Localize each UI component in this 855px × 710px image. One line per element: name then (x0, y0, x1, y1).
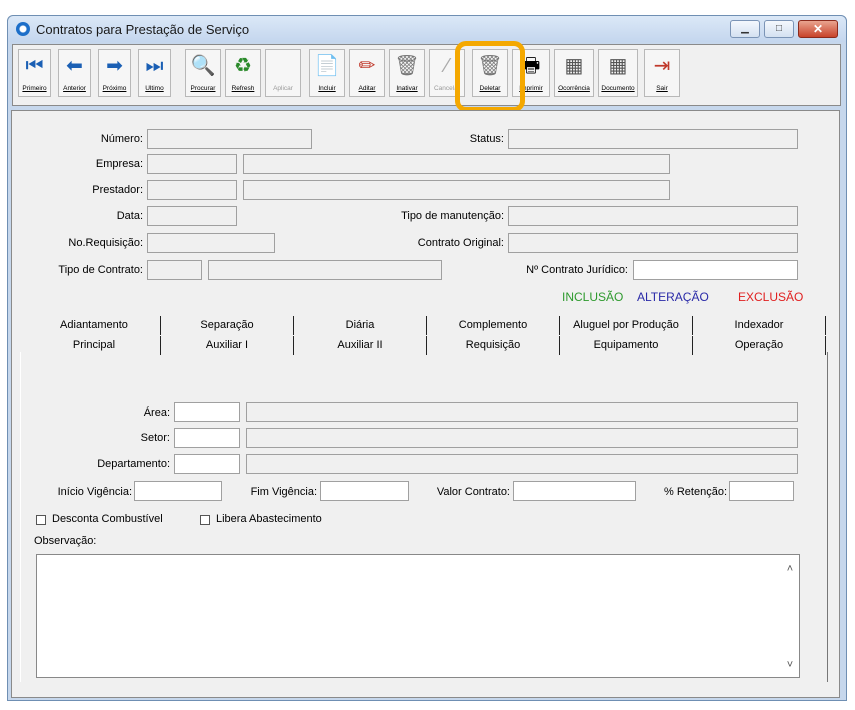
last-icon: ⏭ (145, 55, 164, 77)
status-bar (0, 702, 855, 710)
status-field[interactable] (508, 129, 798, 149)
scroll-down-icon[interactable]: ˅ (784, 659, 796, 671)
exit-button[interactable]: ⇥ Sair (644, 49, 680, 97)
first-icon: ⏮ (25, 55, 44, 77)
observacao-label: Observação: (34, 535, 97, 547)
libera-abastecimento-label: Libera Abastecimento (216, 513, 322, 525)
retencao-field[interactable] (729, 481, 794, 501)
inactivate-icon: 🗑 (394, 55, 420, 77)
no-requisicao-label: No.Requisição: (68, 237, 143, 249)
first-button[interactable]: ⏮ Primeiro (18, 49, 51, 97)
next-icon: ➡ (106, 55, 123, 77)
fim-vigencia-label: Fim Vigência: (250, 486, 317, 498)
desconta-combustivel-checkbox[interactable] (36, 515, 46, 525)
last-button[interactable]: ⏭ Último (138, 49, 171, 97)
title-bar: Contratos para Prestação de Serviço ▁ □ … (8, 16, 846, 42)
tab-indexador[interactable]: Indexador (693, 316, 826, 335)
setor-code-field[interactable] (174, 428, 240, 448)
tab-aluguel-producao[interactable]: Aluguel por Produção (560, 316, 693, 335)
inicio-vigencia-label: Início Vigência: (57, 486, 132, 498)
empresa-name-field[interactable] (243, 154, 670, 174)
exclusao-legend: EXCLUSÃO (738, 290, 804, 304)
data-field[interactable] (147, 206, 237, 226)
search-button[interactable]: 🔍 Procurar (185, 49, 221, 97)
area-label: Área: (143, 407, 170, 419)
empresa-label: Empresa: (95, 158, 143, 170)
aditar-button[interactable]: ✏ Aditar (349, 49, 385, 97)
area-code-field[interactable] (174, 402, 240, 422)
tab-diaria[interactable]: Diária (294, 316, 427, 335)
departamento-name-field[interactable] (246, 454, 798, 474)
toolbar: ⏮ Primeiro ⬅ Anterior ➡ Próximo ⏭ Último 🔍 Pr… (12, 44, 841, 106)
tipo-contrato-code-field[interactable] (147, 260, 202, 280)
close-icon: ✕ (812, 22, 824, 36)
departamento-code-field[interactable] (174, 454, 240, 474)
area-name-field[interactable] (246, 402, 798, 422)
contrato-juridico-label: Nº Contrato Jurídico: (526, 264, 628, 276)
setor-label: Setor: (140, 432, 170, 444)
numero-field[interactable] (147, 129, 312, 149)
exit-icon: ⇥ (653, 55, 671, 77)
maximize-button[interactable]: □ (764, 20, 794, 38)
ocorrencia-button[interactable]: ▦ Ocorrência (554, 49, 594, 97)
observacao-textarea[interactable]: ˄ ˅ (36, 554, 800, 678)
scroll-up-icon[interactable]: ˄ (784, 563, 796, 575)
refresh-icon: ♻ (234, 55, 252, 77)
status-label: Status: (469, 133, 504, 145)
include-icon: 📄 (314, 55, 340, 77)
valor-contrato-label: Valor Contrato: (436, 486, 510, 498)
valor-contrato-field[interactable] (513, 481, 636, 501)
refresh-button[interactable]: ♻ Refresh (225, 49, 261, 97)
desconta-combustivel-label: Desconta Combustível (52, 513, 163, 525)
contrato-juridico-field[interactable] (633, 260, 798, 280)
inicio-vigencia-field[interactable] (134, 481, 222, 501)
previous-icon: ⬅ (66, 55, 83, 77)
inclusao-legend: INCLUSÃO (562, 290, 624, 304)
tipo-contrato-label: Tipo de Contrato: (58, 264, 143, 276)
contrato-original-label: Contrato Original: (417, 237, 504, 249)
contrato-original-field[interactable] (508, 233, 798, 253)
setor-name-field[interactable] (246, 428, 798, 448)
tipo-contrato-name-field[interactable] (208, 260, 442, 280)
data-label: Data: (116, 210, 143, 222)
minimize-button[interactable]: ▁ (730, 20, 760, 38)
fim-vigencia-field[interactable] (320, 481, 409, 501)
maximize-icon: □ (775, 23, 783, 34)
libera-abastecimento-checkbox[interactable] (200, 515, 210, 525)
departamento-label: Departamento: (97, 458, 170, 470)
no-requisicao-field[interactable] (147, 233, 275, 253)
tipo-manutencao-label: Tipo de manutenção: (401, 210, 504, 222)
tipo-manutencao-field[interactable] (508, 206, 798, 226)
search-icon: 🔍 (190, 55, 216, 77)
inactivate-button[interactable]: 🗑 Inativar (389, 49, 425, 97)
alteracao-legend: ALTERAÇÃO (637, 290, 709, 304)
minimize-icon: ▁ (741, 23, 749, 34)
inactivate-highlight (455, 41, 525, 112)
apply-button[interactable]: Aplicar (265, 49, 301, 97)
prestador-name-field[interactable] (243, 180, 670, 200)
previous-button[interactable]: ⬅ Anterior (58, 49, 91, 97)
next-button[interactable]: ➡ Próximo (98, 49, 131, 97)
grid-icon: ▦ (608, 55, 628, 77)
apply-icon (266, 54, 300, 78)
eraser-icon: ✏ (358, 55, 376, 77)
include-button[interactable]: 📄 Incluir (309, 49, 345, 97)
grid-icon: ▦ (564, 55, 584, 77)
app-icon (16, 22, 30, 36)
close-button[interactable]: ✕ (798, 20, 838, 38)
empresa-code-field[interactable] (147, 154, 237, 174)
prestador-code-field[interactable] (147, 180, 237, 200)
numero-label: Número: (100, 133, 143, 145)
tab-complemento[interactable]: Complemento (427, 316, 560, 335)
window-title: Contratos para Prestação de Serviço (36, 22, 250, 37)
tab-adiantamento[interactable]: Adiantamento (28, 316, 161, 335)
documento-button[interactable]: ▦ Documento (598, 49, 638, 97)
tab-separacao[interactable]: Separação (161, 316, 294, 335)
retencao-label: % Retenção: (664, 486, 727, 498)
prestador-label: Prestador: (92, 184, 143, 196)
